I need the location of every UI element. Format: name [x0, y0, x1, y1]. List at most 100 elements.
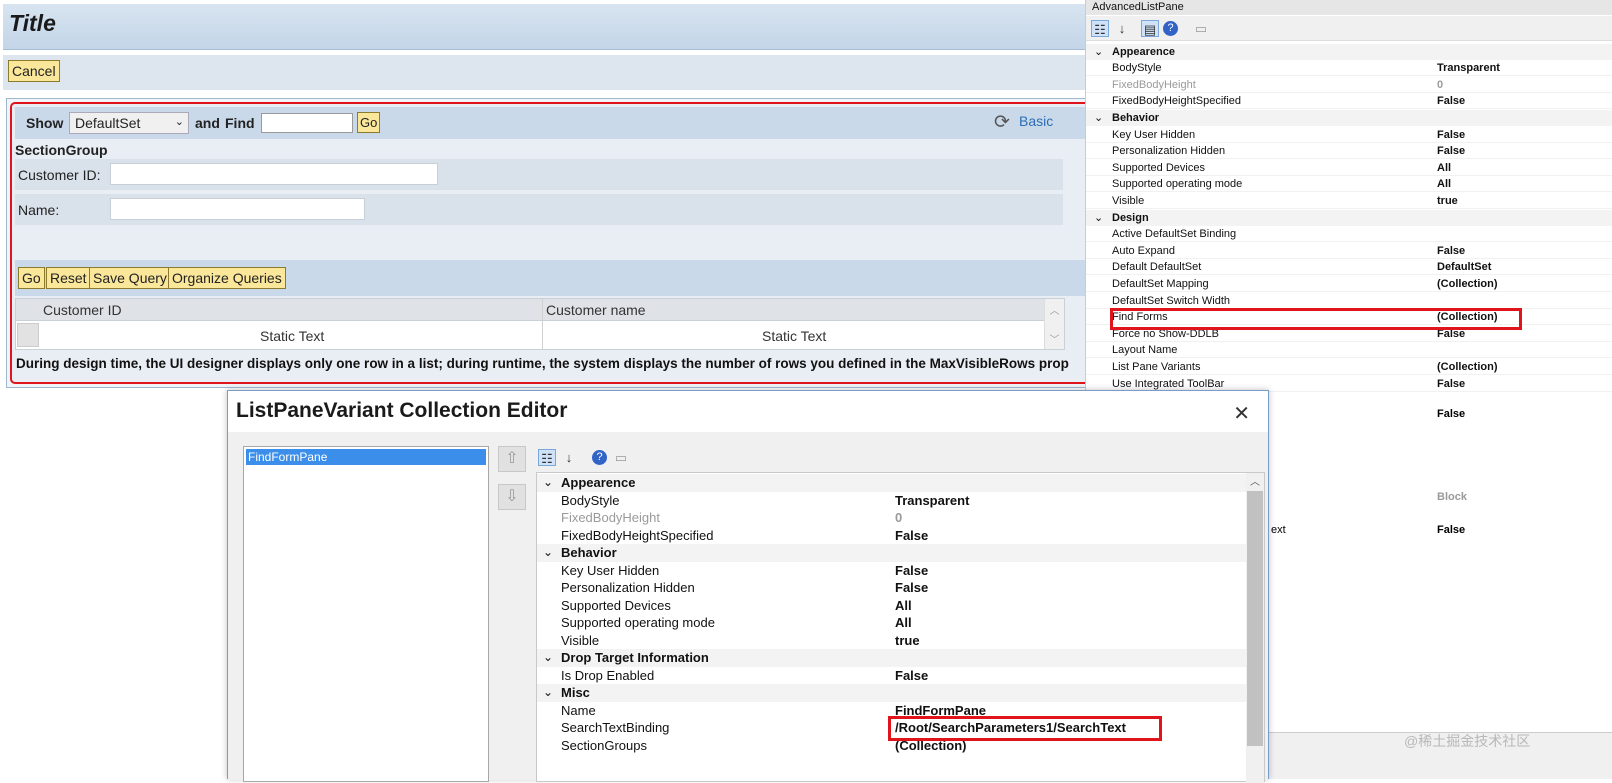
- find-input[interactable]: [261, 113, 353, 133]
- property-row[interactable]: Personalization Hidden False: [1086, 143, 1612, 160]
- find-go-button[interactable]: Go: [357, 112, 381, 133]
- property-pages-icon[interactable]: ▭: [612, 449, 630, 466]
- and-label: and: [195, 115, 220, 131]
- help-icon[interactable]: ?: [592, 450, 607, 465]
- save-query-button[interactable]: Save Query: [89, 267, 171, 289]
- property-row[interactable]: FixedBodyHeight 0: [1086, 77, 1612, 93]
- go-button[interactable]: Go: [18, 267, 45, 289]
- name-field[interactable]: [110, 198, 365, 220]
- property-row[interactable]: Supported operating mode All: [537, 614, 1247, 632]
- list-item[interactable]: FindFormPane: [246, 449, 486, 465]
- property-row[interactable]: Auto Expand False: [1086, 243, 1612, 259]
- property-value[interactable]: False: [1437, 243, 1465, 259]
- properties-view-icon[interactable]: ▤: [1141, 20, 1159, 37]
- property-value[interactable]: All: [1437, 160, 1451, 176]
- property-pages-icon[interactable]: ▭: [1192, 20, 1210, 37]
- property-row[interactable]: Key User Hidden False: [537, 562, 1247, 580]
- property-row[interactable]: BodyStyle Transparent: [1086, 60, 1612, 77]
- category-drop-target-information[interactable]: ⌄ Drop Target Information: [537, 649, 1247, 667]
- chevron-down-icon[interactable]: ⌄: [1094, 110, 1103, 126]
- property-row[interactable]: Is Drop Enabled False: [537, 667, 1247, 685]
- property-row[interactable]: Visible true: [1086, 193, 1612, 209]
- property-row[interactable]: Key User Hidden False: [1086, 127, 1612, 143]
- property-value[interactable]: False: [895, 527, 928, 544]
- move-up-button[interactable]: ⇧: [498, 446, 526, 472]
- property-row[interactable]: Default DefaultSet DefaultSet: [1086, 259, 1612, 276]
- advanced-list-pane[interactable]: Show DefaultSet ⌄ and Find Go ⟳ Basic Se…: [10, 102, 1098, 384]
- property-value[interactable]: False: [895, 667, 928, 684]
- category-misc[interactable]: ⌄ Misc: [537, 684, 1247, 702]
- property-row[interactable]: FixedBodyHeightSpecified False: [1086, 93, 1612, 110]
- property-name: List Pane Variants: [1112, 360, 1201, 373]
- chevron-down-icon[interactable]: ⌄: [543, 544, 553, 561]
- property-row[interactable]: DefaultSet Switch Width: [1086, 293, 1612, 309]
- category-behavior[interactable]: ⌄ Behavior: [1086, 109, 1612, 126]
- reset-button[interactable]: Reset: [46, 267, 91, 289]
- property-value[interactable]: true: [1437, 193, 1458, 209]
- property-row[interactable]: Active DefaultSet Binding: [1086, 226, 1612, 243]
- property-value[interactable]: true: [895, 632, 920, 649]
- property-row[interactable]: Supported Devices All: [1086, 160, 1612, 176]
- property-value[interactable]: 0: [1437, 77, 1443, 93]
- chevron-down-icon[interactable]: ⌄: [543, 649, 553, 666]
- property-row[interactable]: DefaultSet Mapping (Collection): [1086, 276, 1612, 292]
- property-row[interactable]: Supported Devices All: [537, 597, 1247, 615]
- chevron-down-icon[interactable]: ⌄: [1094, 210, 1103, 226]
- property-value[interactable]: Transparent: [895, 492, 969, 509]
- move-down-button[interactable]: ⇩: [498, 484, 526, 510]
- property-value[interactable]: False: [1437, 93, 1465, 109]
- property-value[interactable]: Transparent: [1437, 60, 1500, 76]
- chevron-down-icon[interactable]: ⌄: [543, 684, 553, 701]
- property-row[interactable]: Supported operating mode All: [1086, 176, 1612, 193]
- property-value[interactable]: (Collection): [1437, 359, 1498, 375]
- property-row[interactable]: Visible true: [537, 632, 1247, 650]
- category-appearence[interactable]: ⌄ Appearence: [1086, 43, 1612, 60]
- sort-alpha-icon[interactable]: ↓: [1113, 20, 1131, 37]
- organize-queries-button[interactable]: Organize Queries: [168, 267, 286, 289]
- basic-link[interactable]: Basic: [1019, 113, 1053, 129]
- property-row[interactable]: Layout Name: [1086, 342, 1612, 359]
- cancel-button[interactable]: Cancel: [8, 60, 60, 82]
- chevron-down-icon[interactable]: ⌄: [543, 474, 553, 491]
- name-label: Name:: [18, 202, 60, 218]
- categorized-icon[interactable]: ☷: [538, 449, 556, 466]
- category-design[interactable]: ⌄ Design: [1086, 209, 1612, 226]
- property-value[interactable]: DefaultSet: [1437, 259, 1491, 275]
- row-selector[interactable]: [17, 323, 39, 347]
- category-appearence[interactable]: ⌄ Appearence: [537, 474, 1247, 492]
- collection-editor-dialog: ListPaneVariant Collection Editor ✕ Find…: [227, 390, 1269, 783]
- property-value[interactable]: False: [1437, 376, 1465, 392]
- defaultset-select[interactable]: DefaultSet ⌄: [69, 112, 189, 134]
- property-value[interactable]: All: [895, 614, 912, 631]
- customer-id-field[interactable]: [110, 163, 438, 185]
- property-value[interactable]: 0: [895, 509, 902, 526]
- property-value[interactable]: All: [1437, 176, 1451, 192]
- property-value[interactable]: All: [895, 597, 912, 614]
- name-row: Name:: [15, 194, 1063, 225]
- property-row[interactable]: FixedBodyHeight 0: [537, 509, 1247, 527]
- property-row[interactable]: FixedBodyHeightSpecified False: [537, 527, 1247, 545]
- category-label: Design: [1112, 211, 1149, 224]
- property-value[interactable]: False: [1437, 143, 1465, 159]
- property-name: FixedBodyHeightSpecified: [1112, 95, 1242, 108]
- sort-alpha-icon[interactable]: ↓: [560, 449, 578, 466]
- column-header-customer-id[interactable]: Customer ID: [43, 302, 122, 318]
- property-row[interactable]: List Pane Variants (Collection): [1086, 359, 1612, 375]
- property-row[interactable]: BodyStyle Transparent: [537, 492, 1247, 510]
- column-header-customer-name[interactable]: Customer name: [546, 302, 646, 318]
- categorized-icon[interactable]: ☷: [1091, 20, 1109, 37]
- chevron-down-icon[interactable]: ⌄: [1094, 44, 1103, 60]
- members-list[interactable]: FindFormPane: [243, 446, 489, 782]
- scrollbar-thumb[interactable]: [1247, 491, 1263, 746]
- property-value[interactable]: False: [895, 562, 928, 579]
- list-scrollbar[interactable]: ︿ ﹀: [1044, 299, 1064, 349]
- property-value[interactable]: False: [1437, 127, 1465, 143]
- close-icon[interactable]: ✕: [1233, 401, 1250, 426]
- dialog-scrollbar[interactable]: ︿: [1246, 473, 1264, 783]
- design-time-note: During design time, the UI designer disp…: [16, 356, 1069, 371]
- property-value[interactable]: (Collection): [1437, 276, 1498, 292]
- category-behavior[interactable]: ⌄ Behavior: [537, 544, 1247, 562]
- property-value[interactable]: False: [895, 579, 928, 596]
- property-row[interactable]: Personalization Hidden False: [537, 579, 1247, 597]
- help-icon[interactable]: ?: [1163, 21, 1178, 36]
